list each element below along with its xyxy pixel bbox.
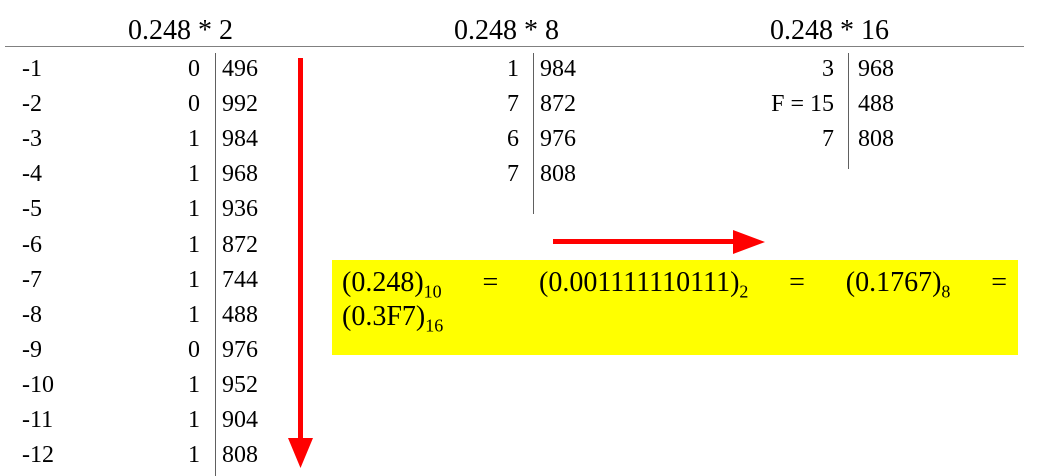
binary-term: (0.001111110111)2 [539, 267, 749, 302]
result-line-2: (0.3F7)16 [342, 300, 1018, 334]
equals-sign: = [991, 267, 1007, 298]
binary-digit: 1 [188, 372, 200, 398]
binary-fraction: 952 [222, 372, 258, 398]
hex-divider [848, 53, 849, 169]
binary-fraction: 968 [222, 161, 258, 187]
binary-fraction: 904 [222, 407, 258, 433]
octal-digit: 1 [507, 56, 519, 82]
octal-digit: 6 [507, 126, 519, 152]
hex-fraction: 808 [858, 126, 894, 152]
binary-digit: 0 [188, 91, 200, 117]
result-line-1: (0.248)10 = (0.001111110111)2 = (0.1767)… [342, 266, 1007, 300]
binary-digit: 1 [188, 442, 200, 468]
hex-fraction: 968 [858, 56, 894, 82]
octal-fraction: 808 [540, 161, 576, 187]
binary-header: 0.248 * 2 [128, 15, 233, 46]
hex-header: 0.248 * 16 [770, 15, 889, 46]
binary-position: -8 [22, 302, 42, 328]
binary-fraction: 744 [222, 267, 258, 293]
hex-digit: 7 [822, 126, 834, 152]
binary-fraction: 984 [222, 126, 258, 152]
octal-divider [533, 53, 534, 214]
binary-fraction: 936 [222, 196, 258, 222]
hex-term: (0.3F7)16 [342, 301, 444, 336]
octal-fraction: 976 [540, 126, 576, 152]
equals-sign: = [482, 267, 499, 298]
octal-fraction: 984 [540, 56, 576, 82]
binary-fraction: 976 [222, 337, 258, 363]
binary-divider [215, 53, 216, 476]
octal-fraction: 872 [540, 91, 576, 117]
binary-digit: 1 [188, 161, 200, 187]
binary-position: -2 [22, 91, 42, 117]
binary-fraction: 872 [222, 232, 258, 258]
binary-digit: 1 [188, 407, 200, 433]
binary-digit: 1 [188, 267, 200, 293]
binary-digit: 0 [188, 56, 200, 82]
result-equation-box: (0.248)10 = (0.001111110111)2 = (0.1767)… [332, 260, 1018, 355]
binary-position: -4 [22, 161, 42, 187]
binary-position: -9 [22, 337, 42, 363]
hex-digit: 3 [822, 56, 834, 82]
hex-fraction: 488 [858, 91, 894, 117]
binary-digit: 1 [188, 196, 200, 222]
binary-fraction: 488 [222, 302, 258, 328]
hex-digit: F = 15 [771, 91, 834, 117]
decimal-term: (0.248)10 [342, 267, 442, 302]
equals-sign: = [789, 267, 805, 298]
binary-digit: 1 [188, 126, 200, 152]
binary-position: -3 [22, 126, 42, 152]
binary-position: -10 [22, 372, 54, 398]
binary-digit: 1 [188, 302, 200, 328]
binary-fraction: 808 [222, 442, 258, 468]
binary-position: -6 [22, 232, 42, 258]
binary-position: -11 [22, 407, 54, 433]
octal-digit: 7 [507, 161, 519, 187]
octal-digit: 7 [507, 91, 519, 117]
binary-position: -5 [22, 196, 42, 222]
binary-position: -12 [22, 442, 54, 468]
octal-header: 0.248 * 8 [454, 15, 559, 46]
binary-digit: 1 [188, 232, 200, 258]
octal-term: (0.1767)8 [845, 267, 951, 302]
binary-digit: 0 [188, 337, 200, 363]
binary-position: -1 [22, 56, 42, 82]
binary-position: -7 [22, 267, 42, 293]
binary-fraction: 992 [222, 91, 258, 117]
header-rule [5, 46, 1024, 47]
binary-fraction: 496 [222, 56, 258, 82]
